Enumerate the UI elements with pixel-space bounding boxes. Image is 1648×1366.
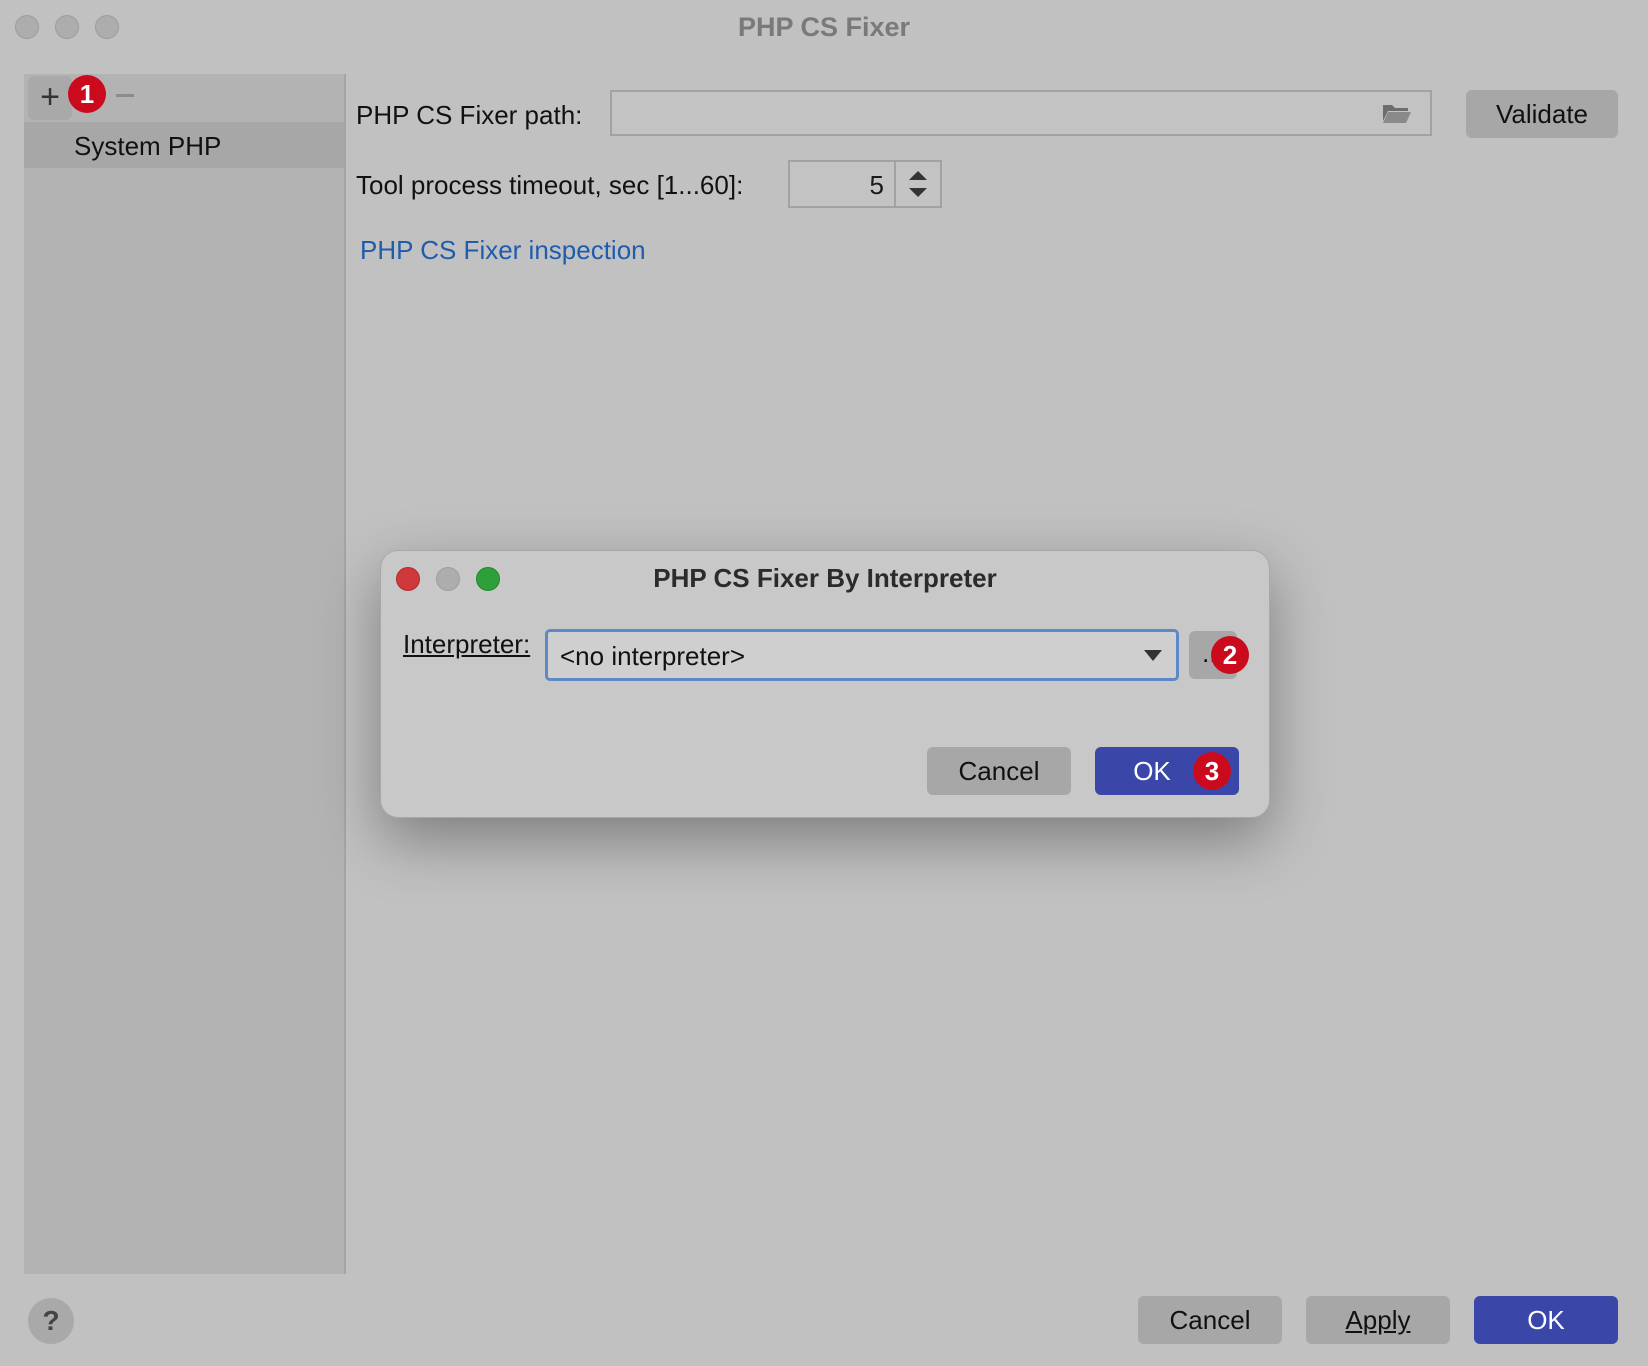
stepper-arrows[interactable]	[894, 162, 940, 206]
timeout-label: Tool process timeout, sec [1...60]:	[356, 170, 744, 200]
folder-icon[interactable]	[1382, 102, 1412, 124]
ok-button[interactable]: OK	[1474, 1296, 1618, 1344]
apply-button[interactable]: Apply	[1306, 1296, 1450, 1344]
timeout-stepper[interactable]: 5	[788, 160, 942, 208]
php-cs-fixer-window: PHP CS Fixer + System PHP 1 PHP CS Fixer…	[0, 0, 1648, 1366]
validate-button[interactable]: Validate	[1466, 90, 1618, 138]
timeout-value: 5	[869, 170, 884, 200]
up-down-arrows-icon	[909, 171, 927, 197]
path-field[interactable]	[610, 90, 1432, 136]
step-badge-3: 3	[1193, 752, 1231, 790]
remove-button[interactable]	[116, 94, 134, 97]
path-label: PHP CS Fixer path:	[356, 100, 583, 130]
window-title: PHP CS Fixer	[737, 12, 911, 42]
sidebar-item-label: System PHP	[74, 131, 222, 161]
help-button[interactable]: ?	[28, 1298, 74, 1344]
cancel-button[interactable]: Cancel	[1138, 1296, 1282, 1344]
step-badge-1: 1	[68, 75, 106, 113]
dialog-cancel-button[interactable]: Cancel	[927, 747, 1071, 795]
interpreter-label: Interpreter:	[403, 629, 531, 659]
sidebar-item-system-php[interactable]: System PHP	[24, 122, 344, 168]
add-button[interactable]: +	[28, 76, 72, 120]
title-bar: PHP CS Fixer	[0, 0, 1648, 56]
interpreter-dialog: PHP CS Fixer By Interpreter Interpreter:…	[380, 550, 1270, 818]
interpreter-value: <no interpreter>	[560, 641, 746, 671]
interpreter-select[interactable]: <no interpreter>	[545, 629, 1179, 681]
inspection-link[interactable]: PHP CS Fixer inspection	[360, 235, 646, 266]
chevron-down-icon	[1144, 650, 1162, 661]
dialog-title: PHP CS Fixer By Interpreter	[653, 563, 997, 593]
step-badge-2: 2	[1211, 636, 1249, 674]
sidebar: + System PHP	[24, 74, 346, 1274]
plus-icon: +	[40, 78, 60, 116]
